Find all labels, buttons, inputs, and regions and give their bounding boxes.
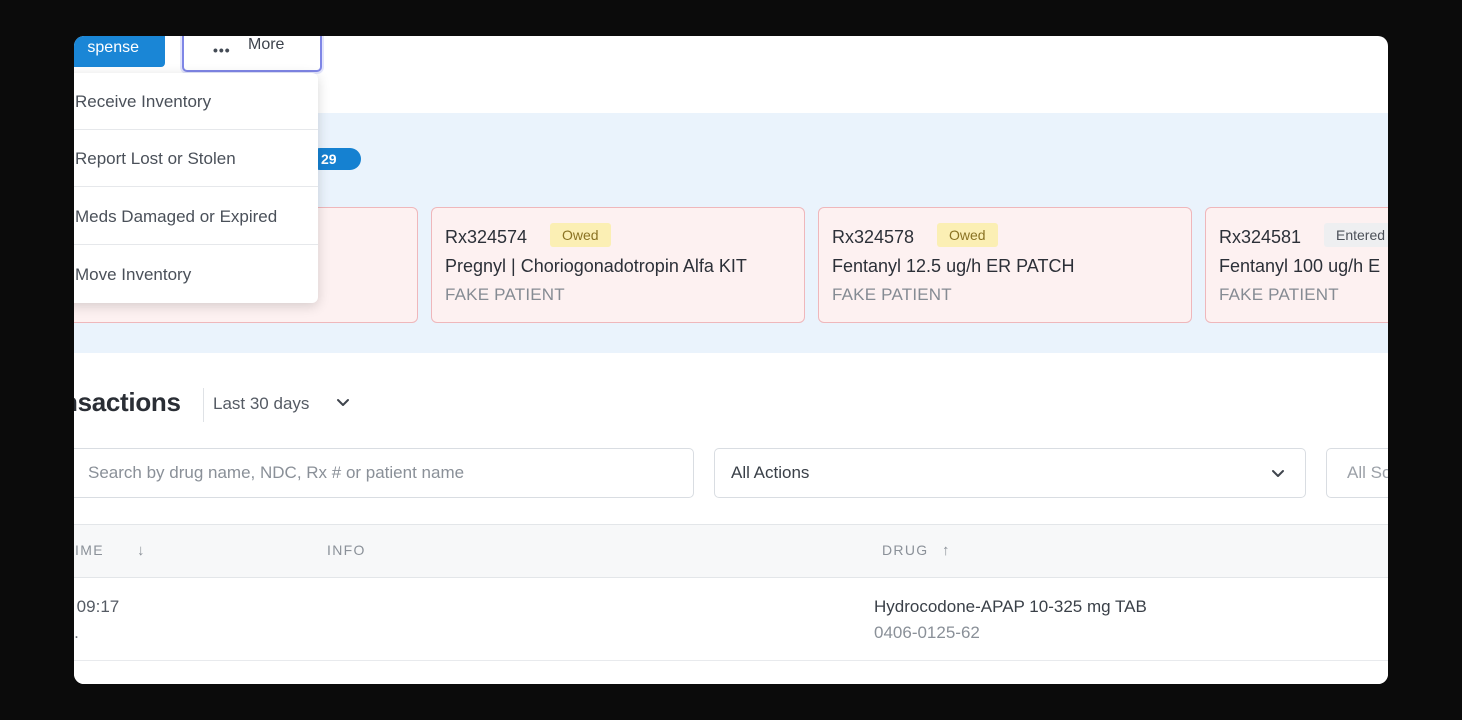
more-dropdown-menu: Receive Inventory Report Lost or Stolen …	[74, 73, 318, 303]
dispense-button[interactable]: spense	[74, 36, 165, 67]
rx-card[interactable]: Rx324581 Entered Fentanyl 100 ug/h E FAK…	[1205, 207, 1388, 323]
row-user: M.	[74, 623, 79, 642]
row-drug: Hydrocodone-APAP 10-325 mg TAB	[874, 597, 1147, 616]
menu-item-move-inventory[interactable]: Move Inventory	[74, 246, 318, 303]
status-badge: Owed	[937, 223, 998, 247]
rx-number: Rx324581	[1219, 227, 1302, 247]
more-button[interactable]: ••• More	[182, 36, 322, 72]
actions-filter-value: All Actions	[731, 463, 810, 482]
column-datetime[interactable]: /TIME	[74, 542, 104, 558]
rx-patient: FAKE PATIENT	[1219, 285, 1339, 304]
more-dots-icon: •••	[213, 42, 231, 58]
menu-item-meds-damaged-or-expired[interactable]: Meds Damaged or Expired	[74, 188, 318, 245]
source-filter-value: All So	[1347, 463, 1388, 482]
rx-drug: Fentanyl 100 ug/h E	[1219, 256, 1381, 276]
transactions-title: nsactions	[74, 387, 181, 417]
table-row[interactable]	[74, 661, 1388, 684]
rx-patient: FAKE PATIENT	[445, 285, 565, 304]
rx-patient: FAKE PATIENT	[832, 285, 952, 304]
rx-drug: Fentanyl 12.5 ug/h ER PATCH	[832, 256, 1075, 276]
divider	[203, 388, 204, 422]
menu-item-receive-inventory[interactable]: Receive Inventory	[74, 73, 318, 130]
column-drug[interactable]: DRUG	[882, 542, 928, 558]
sort-down-icon[interactable]: ↓	[137, 542, 145, 559]
rx-card[interactable]: Rx324574 Owed Pregnyl | Choriogonadotrop…	[431, 207, 805, 323]
rx-drug: Pregnyl | Choriogonadotropin Alfa KIT	[445, 256, 747, 276]
period-selector[interactable]: Last 30 days	[213, 394, 309, 414]
sort-up-icon[interactable]: ↑	[942, 542, 950, 559]
source-filter-select[interactable]: All So	[1326, 448, 1388, 498]
search-input[interactable]: Search by drug name, NDC, Rx # or patien…	[74, 448, 694, 498]
menu-item-report-lost-or-stolen[interactable]: Report Lost or Stolen	[74, 130, 318, 187]
row-datetime: y, 09:17	[74, 597, 120, 616]
more-button-label: More	[248, 36, 285, 53]
rx-card[interactable]: Rx324578 Owed Fentanyl 12.5 ug/h ER PATC…	[818, 207, 1192, 323]
rx-number: Rx324578	[832, 227, 915, 247]
rx-number: Rx324574	[445, 227, 528, 247]
table-row[interactable]: y, 09:17 M. Hydrocodone-APAP 10-325 mg T…	[74, 578, 1388, 661]
app-window: spense ••• More 29 Rx324574 Owed Pregnyl…	[74, 36, 1388, 684]
status-badge: Owed	[550, 223, 611, 247]
table-header: /TIME ↓ INFO DRUG ↑	[74, 524, 1388, 578]
search-placeholder: Search by drug name, NDC, Rx # or patien…	[88, 463, 465, 482]
status-badge: Entered	[1324, 223, 1388, 247]
row-ndc: 0406-0125-62	[874, 623, 980, 642]
actions-filter-select[interactable]: All Actions	[714, 448, 1306, 498]
chevron-down-icon	[1272, 470, 1284, 477]
chevron-down-icon[interactable]	[334, 394, 352, 412]
column-info: INFO	[327, 542, 366, 558]
